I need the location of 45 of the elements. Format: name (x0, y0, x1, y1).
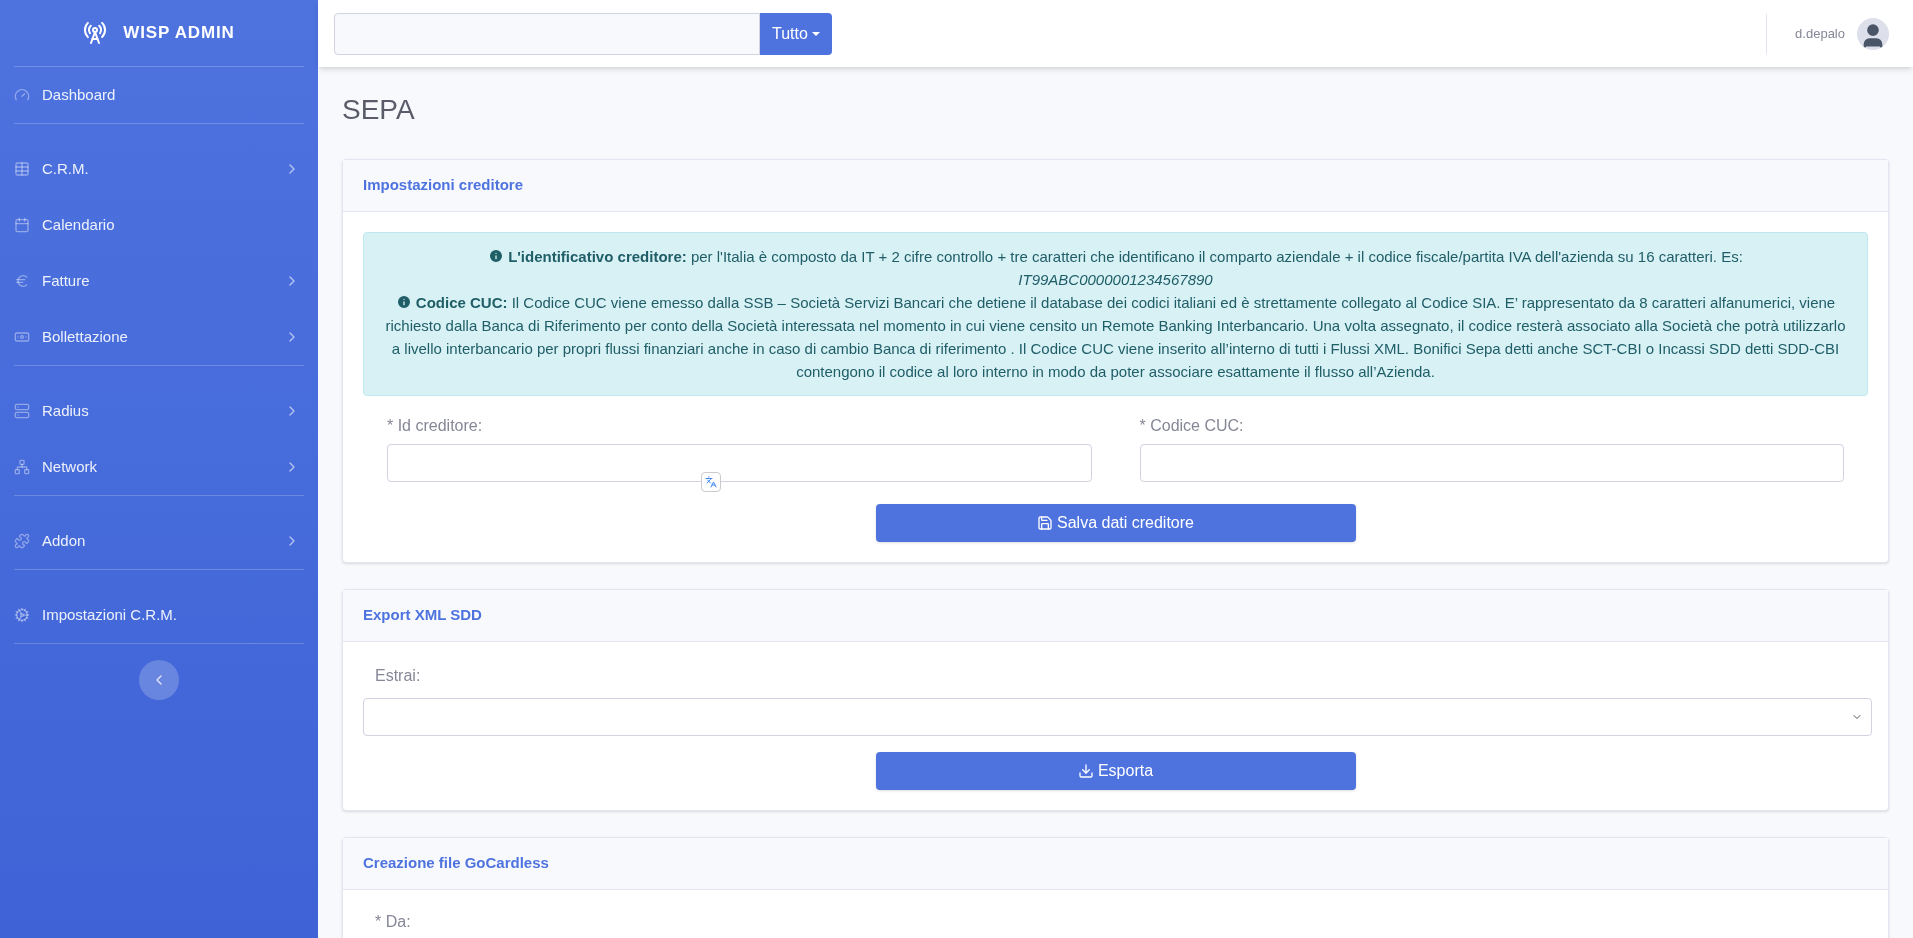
field-label: Estrai: (375, 666, 422, 686)
sidebar-item[interactable]: C.R.M. (14, 141, 304, 197)
field-label: * Id creditore: (387, 416, 484, 436)
sidebar-item[interactable]: Bollettazione (14, 309, 304, 365)
sidebar-item[interactable]: Impostazioni C.R.M. (14, 587, 304, 643)
card-title: Export XML SDD (363, 605, 482, 626)
user-name[interactable]: d.depalo (1795, 23, 1845, 44)
translate-icon[interactable] (701, 472, 721, 492)
caret-icon (811, 31, 820, 36)
sidebar-toggle[interactable] (139, 660, 179, 700)
info-text: Codice CUC: Il Codice CUC viene emesso dalla SSB – Società Servizi Bancari che detiene il database dei codici italiani ed è strettamente collegato al Codice SIA. E’ rappresentato da 8 caratteri alfanumerici, viene richiesto dalla Banca di Riferimento per conto della Società interessata nel momento in cui viene censito un Remote Banking Interbancario. Una volta assegnato, il codice resterà associato alla Società che potrà utilizzarlo a livello interbancario per propri flussi finanziari anche in caso di cambio Banca di riferimento . Il Codice CUC viene inserito all’interno di tutti i Flussi XML. Bonifici Sepa detti anche SCT-CBI o Incassi SDD detti SDD-CBI contengono il codice al loro interno in modo da poter associare esattamente il flusso all’Azienda. (384, 293, 1847, 382)
sidebar-item[interactable]: Calendario (14, 197, 304, 253)
puzzle-icon (14, 533, 30, 549)
sidebar-item[interactable]: Network (14, 439, 304, 495)
card-title: Impostazioni creditore (363, 175, 524, 196)
export-button[interactable]: Esporta (875, 752, 1356, 790)
table-icon (14, 161, 30, 177)
info-icon (488, 248, 505, 265)
info-text: L'identificativo creditore: per l'Italia è composto da IT + 2 cifre controllo + tre caratteri che identificano il comparto aziendale + il codice fiscale/partita IVA dell'azienda su 16 caratteri. Es: (380, 245, 1851, 268)
gauge-icon (14, 87, 30, 103)
banknote-icon (14, 329, 30, 345)
text-field[interactable] (387, 444, 1092, 482)
download-icon (1077, 763, 1094, 779)
sidebar-item[interactable]: Fatture (14, 253, 304, 309)
text-field[interactable] (1139, 444, 1844, 482)
save-button[interactable]: Salva dati creditore (875, 504, 1356, 542)
euro-icon (14, 273, 30, 289)
info-icon (395, 294, 412, 311)
page-title: SEPA (342, 93, 416, 127)
search-scope-dropdown[interactable]: Tutto (760, 12, 832, 55)
brand-name[interactable]: WISP ADMIN (123, 20, 235, 46)
sidebar-item[interactable]: Radius (14, 383, 304, 439)
field-label: * Da: (375, 913, 411, 930)
avatar[interactable] (1857, 17, 1889, 50)
search-field[interactable] (334, 12, 760, 55)
gears-icon (14, 607, 30, 623)
calendar-icon (14, 217, 30, 233)
server-icon (14, 403, 30, 419)
sidebar-item[interactable]: Addon (14, 513, 304, 569)
select-field[interactable] (363, 698, 1872, 736)
network-icon (14, 459, 30, 475)
example-code: IT99ABC0000001234567890 (1017, 270, 1214, 290)
sidebar-item[interactable]: Dashboard (14, 67, 304, 123)
field-label: * Codice CUC: (1139, 416, 1245, 436)
card-title: Creazione file GoCardless (363, 853, 549, 874)
